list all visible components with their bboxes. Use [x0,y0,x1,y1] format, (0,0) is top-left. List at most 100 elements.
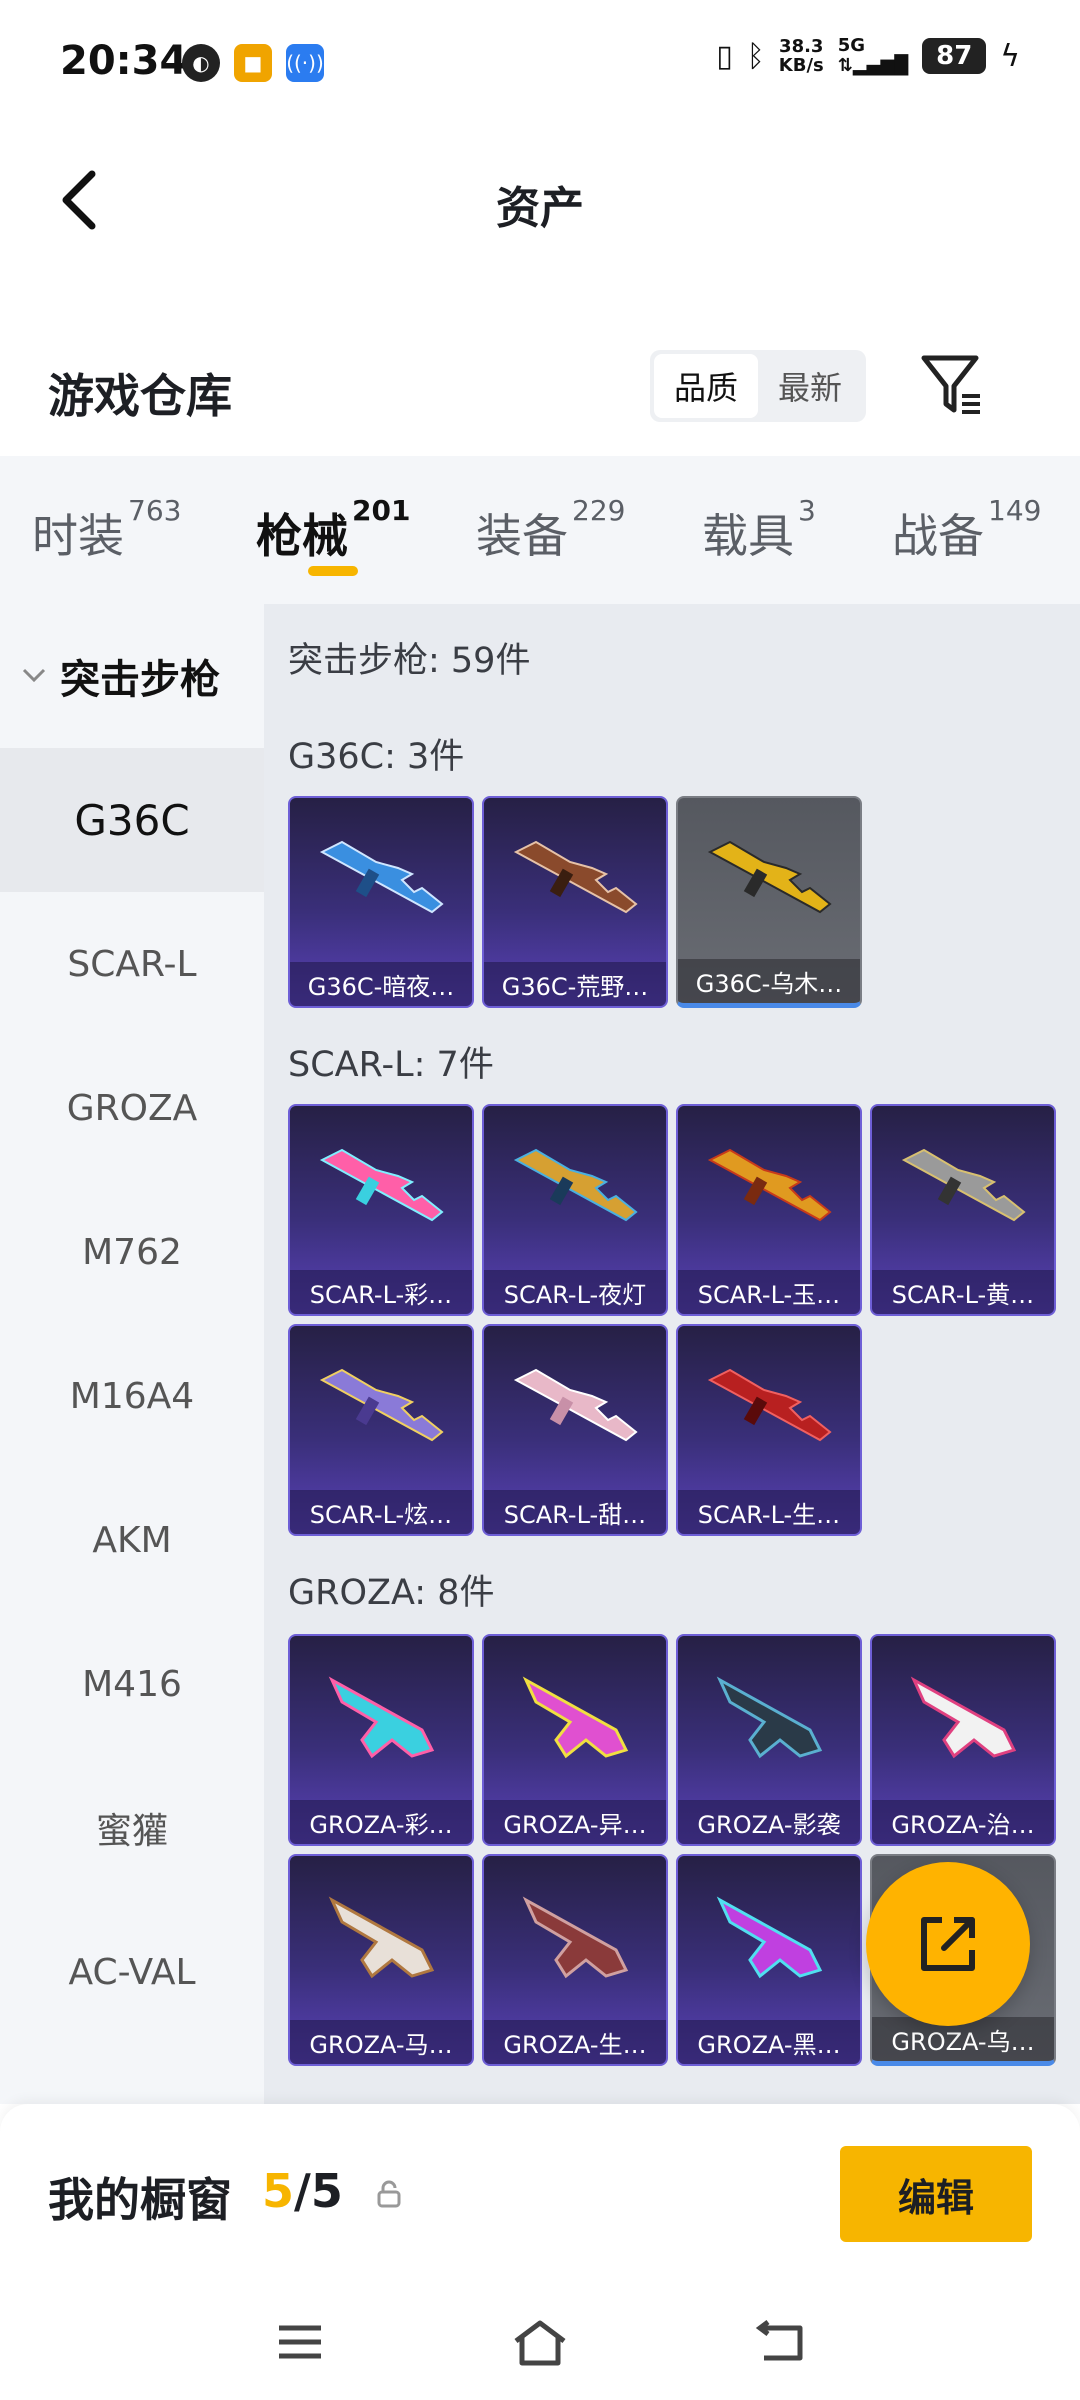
sidebar-item-groza[interactable]: GROZA [0,1036,264,1180]
sidebar-item-scar-l[interactable]: SCAR-L [0,892,264,1036]
weapon-card[interactable]: GROZA-异… [482,1634,668,1846]
weapon-card-label: G36C-荒野… [484,962,666,1006]
weapon-card-label: GROZA-彩… [290,1800,472,1844]
status-bar: 20:34 ◐ ■ ((·)) ▯ ᛒ 38.3 KB/s 5G ⇅▂▄▆█ 8… [0,0,1080,130]
rifle-icon [522,1896,629,1979]
return-icon [755,2320,803,2361]
rifle-icon [328,1676,435,1759]
sidebar-item-m762[interactable]: M762 [0,1180,264,1324]
network-speed: 38.3 KB/s [779,37,824,75]
rifle-icon [707,1368,832,1442]
rifle-icon [513,1148,638,1222]
tab-firearms[interactable]: 枪械 201 [256,494,410,566]
rifle-icon [522,1676,629,1759]
weapon-card-label: GROZA-异… [484,1800,666,1844]
tab-fashion[interactable]: 时装 763 [32,494,181,566]
rifle-icon [319,1368,444,1442]
lock-icon [377,2180,401,2208]
battery-icon: 87 [922,38,987,74]
tab-count: 149 [988,493,1042,527]
menu-icon [279,2325,321,2359]
charging-icon: ϟ [1000,38,1020,74]
weapon-card[interactable]: GROZA-黑… [676,1854,862,2066]
home-button[interactable] [504,2306,576,2378]
rifle-icon [716,1676,823,1759]
broadcast-icon: ((·)) [286,44,324,82]
status-time: 20:34 [60,38,188,84]
share-fab-button[interactable] [866,1862,1030,2026]
weapon-card[interactable]: G36C-乌木… [676,796,862,1008]
group-title-scar-l: SCAR-L: 7件 [288,1045,494,1085]
group-title-g36c: G36C: 3件 [288,737,465,777]
speed-unit: KB/s [778,55,824,76]
sort-latest-button[interactable]: 最新 [758,354,862,418]
weapon-card[interactable]: SCAR-L-生… [676,1324,862,1536]
tab-supplies[interactable]: 战备 149 [892,494,1041,566]
sidebar-item-g36c[interactable]: G36C [0,748,264,892]
sort-toggle: 品质 最新 [650,350,866,422]
weapon-card-label: SCAR-L-黄… [872,1270,1054,1314]
tab-equipment[interactable]: 装备 229 [476,494,625,566]
rifle-icon [707,1148,832,1222]
sidebar-item-akm[interactable]: AKM [0,1468,264,1612]
weapon-card-label: GROZA-生… [484,2020,666,2064]
sidebar-item-m16a4[interactable]: M16A4 [0,1324,264,1468]
rifle-icon [328,1896,435,1979]
rifle-icon [901,1148,1026,1222]
weapon-card[interactable]: GROZA-马… [288,1854,474,2066]
sidebar-category-header[interactable]: 突击步枪 [0,604,264,748]
showcase-count: 5/5 [262,2164,343,2218]
page-header: 资产 [0,130,1080,270]
weapon-card[interactable]: SCAR-L-夜灯 [482,1104,668,1316]
external-link-icon [921,1917,975,1971]
weapon-card[interactable]: GROZA-生… [482,1854,668,2066]
weapon-card-label: SCAR-L-玉… [678,1270,860,1314]
weapon-card[interactable]: SCAR-L-黄… [870,1104,1056,1316]
rifle-icon [707,840,832,914]
sidebar-item-ac-val[interactable]: AC-VAL [0,1900,264,2044]
filter-button[interactable] [918,350,988,420]
category-tabs: 时装 763 枪械 201 装备 229 载具 3 战备 149 [0,456,1080,604]
back-nav-button[interactable] [744,2306,816,2378]
chevron-down-icon [22,668,46,683]
weapon-card-label: SCAR-L-彩… [290,1270,472,1314]
showcase-total: /5 [294,2164,343,2218]
sidebar-item-m416[interactable]: M416 [0,1612,264,1756]
weapon-card[interactable]: GROZA-治… [870,1634,1056,1846]
weapon-card[interactable]: SCAR-L-玉… [676,1104,862,1316]
status-right: ▯ ᛒ 38.3 KB/s 5G ⇅▂▄▆█ 87 ϟ [716,36,1020,76]
weapon-card[interactable]: G36C-荒野… [482,796,668,1008]
weapon-card[interactable]: SCAR-L-炫… [288,1324,474,1536]
tab-count: 763 [128,493,182,527]
network-type: 5G ⇅▂▄▆█ [838,36,908,76]
warehouse-title: 游戏仓库 [48,369,232,423]
weapon-card-label: G36C-乌木… [678,959,860,1003]
edit-button[interactable]: 编辑 [840,2146,1032,2242]
menu-button[interactable] [264,2306,336,2378]
rifle-icon [319,1148,444,1222]
home-icon [514,2320,566,2366]
weapon-card[interactable]: GROZA-彩… [288,1634,474,1846]
signal-icon: ⇅▂▄▆█ [837,55,909,76]
tab-count: 229 [572,493,626,527]
weapon-card[interactable]: G36C-暗夜… [288,796,474,1008]
weapon-card-label: SCAR-L-夜灯 [484,1270,666,1314]
weapon-card-label: SCAR-L-甜… [484,1490,666,1534]
speed-value: 38.3 [779,36,824,57]
tab-vehicles[interactable]: 载具 3 [702,494,816,566]
warehouse-row: 游戏仓库 品质 最新 [0,330,1080,450]
weapon-card[interactable]: SCAR-L-甜… [482,1324,668,1536]
weapon-sidebar: 突击步枪 G36C SCAR-L GROZA M762 M16A4 AKM M4… [0,604,264,2104]
weapon-card[interactable]: GROZA-影袭 [676,1634,862,1846]
weapon-card[interactable]: SCAR-L-彩… [288,1104,474,1316]
tab-label: 战备 [892,509,984,563]
sort-quality-button[interactable]: 品质 [654,354,758,418]
page-title: 资产 [496,183,584,234]
bluetooth-icon: ᛒ [746,38,765,74]
notification-icons: ◐ ■ ((·)) [182,44,324,82]
sidebar-item-honey-badger[interactable]: 蜜獾 [0,1756,264,1900]
showcase-bar: 我的橱窗 5/5 编辑 [0,2104,1080,2284]
battery-level: 87 [936,41,973,71]
weapon-card-label: SCAR-L-生… [678,1490,860,1534]
filter-icon [921,355,980,414]
